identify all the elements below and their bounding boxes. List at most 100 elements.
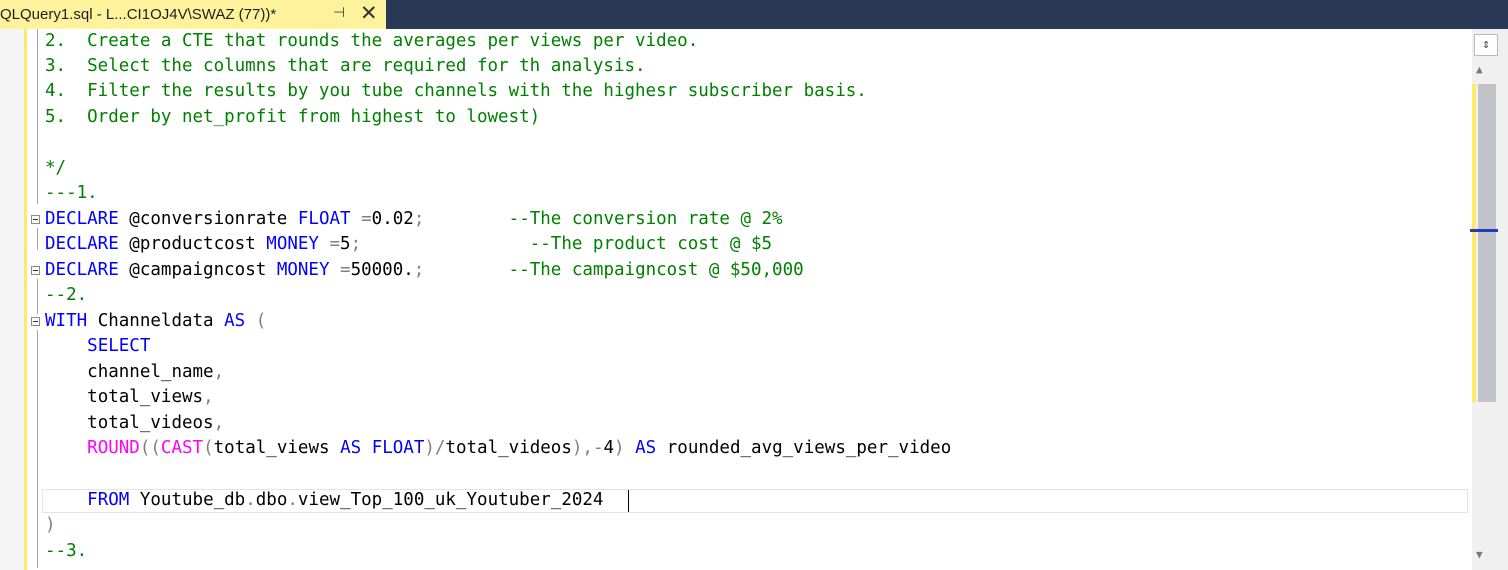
operator: ),- (571, 438, 604, 458)
scroll-up-icon[interactable]: ▲ (1476, 63, 1483, 76)
keyword: AS (340, 438, 362, 458)
database-name: Youtube_db (129, 490, 246, 510)
code-editor[interactable]: 2. Create a CTE that rounds the averages… (0, 29, 1472, 570)
outline-guide (37, 29, 38, 204)
document-tab-strip: SQLQuery1.sql - L...CI1OJ4V\SWAZ (77))* … (0, 0, 1508, 29)
literal: 4 (603, 438, 615, 458)
code-line: DECLARE @conversionrate FLOAT =0.02; --T… (45, 207, 783, 232)
close-icon[interactable]: ✕ (360, 1, 378, 26)
code-line: WITH Channeldata AS ( (45, 309, 266, 334)
code-line: 4. Filter the results by you tube channe… (45, 81, 867, 101)
view-name: view_Top_100_uk_Youtuber_2024 (297, 490, 604, 510)
literal: 0.02 (371, 209, 414, 229)
collapse-region-icon[interactable] (31, 266, 40, 275)
identifier: Channeldata (87, 311, 225, 331)
code-line: 3. Select the columns that are required … (45, 56, 646, 76)
pin-icon[interactable]: ⊣ (333, 4, 345, 21)
operator: = (350, 209, 372, 229)
comment: --The campaigncost @ $50,000 (508, 260, 804, 280)
function: ROUND (87, 438, 140, 458)
function: CAST (160, 438, 204, 458)
operator: . (287, 490, 298, 510)
operator: ) (614, 438, 625, 458)
change-tracking-margin (24, 29, 27, 570)
scroll-down-icon[interactable]: ▼ (1476, 548, 1483, 561)
keyword: FROM (87, 490, 130, 510)
outline-guide (37, 279, 38, 314)
column: total_videos (445, 438, 572, 458)
keyword: FLOAT (297, 209, 351, 229)
text-caret (628, 490, 629, 512)
tab-title: SQLQuery1.sql - L...CI1OJ4V\SWAZ (77))* (0, 6, 277, 23)
keyword: SELECT (87, 336, 151, 356)
variable: @productcost (118, 234, 267, 254)
variable: @conversionrate (118, 209, 298, 229)
collapse-region-icon[interactable] (31, 317, 40, 326)
code-line: --3. (45, 541, 88, 561)
operator: ; (413, 260, 425, 280)
schema-name: dbo (255, 490, 288, 510)
keyword: AS (635, 438, 657, 458)
keyword: DECLARE (45, 234, 119, 254)
column: total_videos (87, 413, 214, 433)
comment: --The conversion rate @ 2% (508, 209, 783, 229)
code-line: total_views, (45, 385, 214, 410)
operator: = (329, 260, 351, 280)
code-line: */ (45, 158, 67, 178)
code-line: SELECT (45, 334, 150, 359)
variable: @campaigncost (118, 260, 277, 280)
operator: , (203, 387, 214, 407)
operator: , (213, 413, 225, 433)
keyword: FLOAT (371, 438, 425, 458)
split-window-button[interactable]: ⇕ (1474, 34, 1498, 56)
operator: ; (350, 234, 362, 254)
keyword: MONEY (276, 260, 330, 280)
code-line: DECLARE @productcost MONEY =5; --The pro… (45, 232, 772, 257)
code-line: FROM Youtube_db.dbo.view_Top_100_uk_Yout… (45, 488, 603, 513)
operator: ( (245, 311, 267, 331)
code-line: 5. Order by net_profit from highest to l… (45, 107, 541, 127)
keyword: AS (224, 311, 246, 331)
operator: , (213, 362, 225, 382)
change-marker (1472, 84, 1476, 402)
outline-guide (37, 330, 38, 568)
column: channel_name (87, 362, 214, 382)
operator: . (245, 490, 256, 510)
document-tab[interactable]: SQLQuery1.sql - L...CI1OJ4V\SWAZ (77))* … (0, 0, 386, 29)
code-line: ) (45, 515, 56, 535)
keyword: DECLARE (45, 260, 119, 280)
literal: 5 (340, 234, 351, 254)
operator: )/ (424, 438, 446, 458)
keyword: DECLARE (45, 209, 119, 229)
collapse-region-icon[interactable] (31, 215, 40, 224)
operator: (( (139, 438, 161, 458)
code-line: 2. Create a CTE that rounds the averages… (45, 31, 699, 51)
scrollbar-thumb[interactable] (1478, 84, 1496, 402)
caret-position-marker (1470, 229, 1498, 232)
alias: rounded_avg_views_per_video (656, 438, 952, 458)
outline-guide (37, 228, 38, 250)
code-line: ROUND((CAST(total_views AS FLOAT)/total_… (45, 436, 951, 461)
code-line: ---1. (45, 183, 98, 203)
literal: 50000. (350, 260, 414, 280)
column: total_views (213, 438, 341, 458)
code-line: DECLARE @campaigncost MONEY =50000.; --T… (45, 258, 804, 283)
selection-margin[interactable] (0, 29, 24, 570)
operator: ; (413, 209, 425, 229)
comment: --The product cost @ $5 (529, 234, 773, 254)
keyword: WITH (45, 311, 88, 331)
keyword: MONEY (266, 234, 319, 254)
code-line: --2. (45, 285, 88, 305)
code-line: total_videos, (45, 411, 224, 436)
